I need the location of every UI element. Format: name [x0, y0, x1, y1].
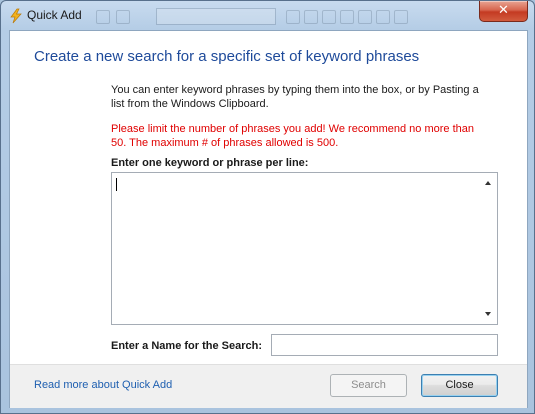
close-button[interactable]: Close [421, 374, 498, 397]
read-more-link[interactable]: Read more about Quick Add [34, 379, 172, 391]
search-button[interactable]: Search [330, 374, 407, 397]
vertical-scrollbar[interactable] [480, 173, 497, 324]
window-title: Quick Add [27, 8, 82, 22]
warning-text: Please limit the number of phrases you a… [111, 123, 474, 149]
window-close-button[interactable]: ✕ [479, 1, 528, 22]
dialog-heading: Create a new search for a specific set o… [34, 48, 420, 65]
lightning-bolt-icon [10, 8, 22, 24]
keywords-label: Enter one keyword or phrase per line: [111, 157, 309, 169]
scroll-up-arrow-icon[interactable] [485, 181, 491, 185]
dialog-footer: Read more about Quick Add Search Close [10, 364, 527, 408]
keywords-textarea[interactable] [111, 172, 498, 325]
search-name-input[interactable] [271, 334, 498, 356]
window-frame: Quick Add ✕ Create a new search for a sp… [0, 0, 535, 414]
background-toolbar [96, 8, 426, 25]
search-name-label: Enter a Name for the Search: [111, 340, 262, 352]
text-caret [116, 178, 117, 191]
scroll-down-arrow-icon[interactable] [485, 312, 491, 316]
intro-text: You can enter keyword phrases by typing … [111, 84, 479, 110]
dialog-body: Create a new search for a specific set o… [9, 30, 528, 408]
title-bar[interactable]: Quick Add ✕ [1, 1, 534, 30]
